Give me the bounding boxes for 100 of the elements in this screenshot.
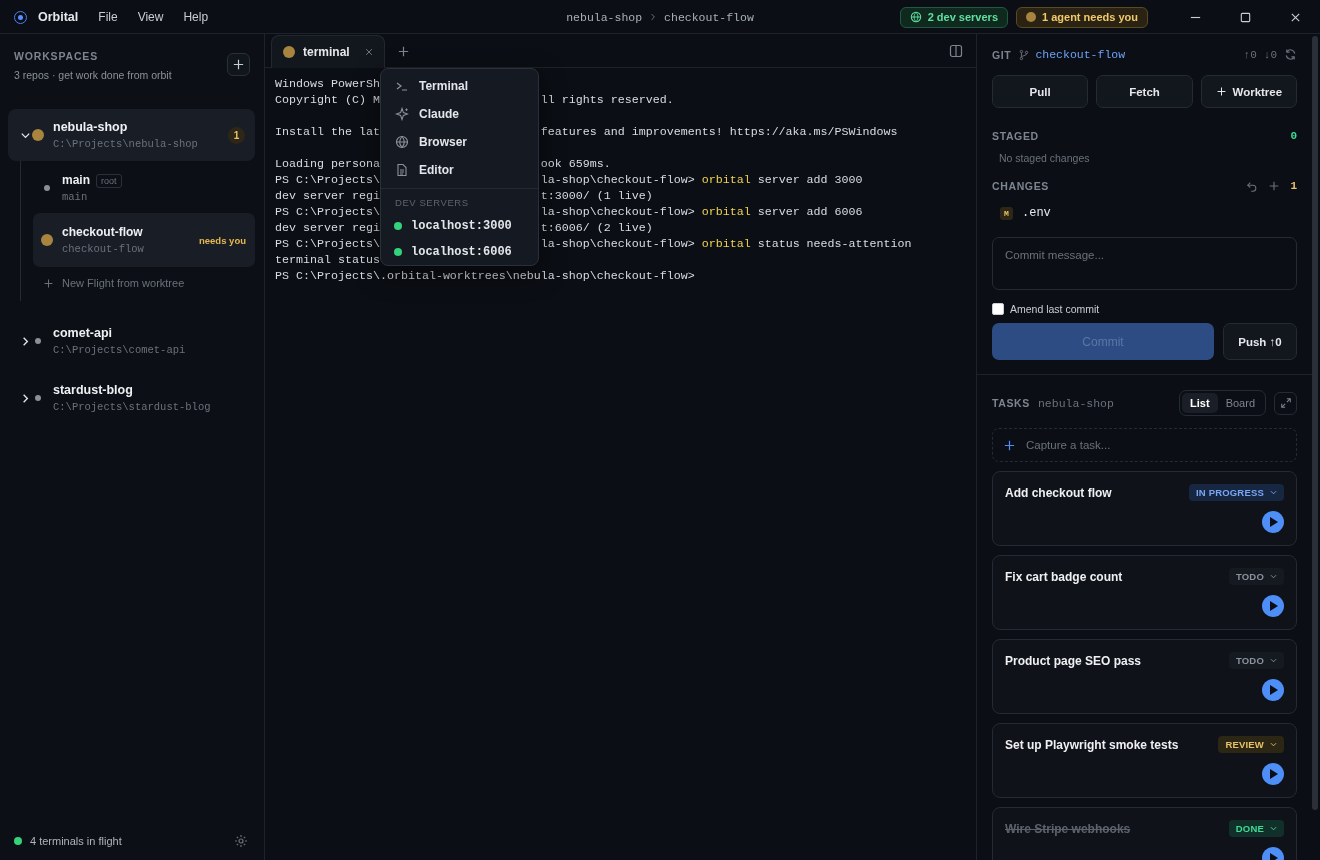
branch-link[interactable]: checkout-flow [1018, 48, 1126, 61]
root-tag: root [96, 174, 122, 188]
globe-icon [909, 11, 922, 23]
expand-button[interactable] [1274, 391, 1297, 415]
task-card[interactable]: Wire Stripe webhooks DONE [992, 807, 1297, 860]
status-pill[interactable]: 2 dev servers [899, 6, 1008, 28]
status-dropdown[interactable]: DONE [1228, 820, 1284, 837]
status-dropdown[interactable]: REVIEW [1218, 736, 1284, 753]
view-tab[interactable]: Board [1217, 393, 1263, 413]
task-title: Set up Playwright smoke tests [1005, 737, 1179, 752]
new-flight-link[interactable]: New Flight from worktree [33, 271, 255, 295]
menu-item[interactable]: View [137, 10, 164, 24]
task-card[interactable]: Fix cart badge count TODO [992, 555, 1297, 630]
worktree-item[interactable]: checkout-flow checkout-flow needs you [33, 213, 255, 267]
status-dot-icon [394, 248, 402, 256]
file-name[interactable]: .env [1022, 206, 1051, 220]
empty-message: No staged changes [999, 152, 1091, 164]
section-subtitle: 3 repos · get work done from orbit [14, 69, 172, 81]
menu-item[interactable]: Help [183, 10, 209, 24]
task-card[interactable]: Set up Playwright smoke tests REVIEW [992, 723, 1297, 798]
section-title: TASKS [992, 397, 1030, 409]
add-workspace-button[interactable] [227, 53, 250, 76]
chevron-icon [1269, 824, 1278, 833]
terminal-tab[interactable]: terminal [271, 35, 385, 68]
task-card[interactable]: Add checkout flow IN PROGRESS [992, 471, 1297, 546]
menu-section-title: DEV SERVERS [394, 196, 470, 210]
terminal-text: PS C:\Projects\.orbital-worktrees\nebula-shop\checkout-flow> [275, 268, 695, 284]
changes-count: 1 [1290, 180, 1297, 192]
status-dot-icon [1026, 12, 1036, 22]
menu-item[interactable]: Claude [381, 100, 538, 128]
workspace-name: nebula-shop [53, 120, 129, 134]
workspace-item[interactable]: nebula-shop C:\Projects\nebula-shop 1 [8, 109, 255, 161]
split-view-icon[interactable] [949, 44, 963, 58]
terminal-text: Windows PowerSh [275, 76, 380, 92]
menu-item[interactable]: Terminal [381, 72, 538, 100]
plus-icon [43, 277, 54, 289]
terminal-text: PS C:\Projects\ [275, 236, 380, 252]
pull-button[interactable]: Pull [992, 75, 1089, 108]
status-text: 4 terminals in flight [30, 835, 122, 847]
amend-checkbox[interactable] [992, 303, 1004, 315]
status-dot-icon [14, 837, 22, 845]
plus-icon[interactable] [1268, 180, 1281, 192]
terminal-text: la-shop\checkout-flow> orbital server add 6006 [540, 204, 863, 220]
checkbox-label: Amend last commit [1010, 303, 1100, 315]
document-icon [395, 163, 409, 177]
chevron-icon [1269, 656, 1278, 665]
task-title: Wire Stripe webhooks [1005, 821, 1131, 836]
worktree-button[interactable]: Worktree [1200, 75, 1297, 108]
breadcrumb-item[interactable]: nebula-shop [566, 10, 643, 24]
terminal-text: la-shop\checkout-flow> orbital status needs-attention [540, 236, 912, 252]
play-button[interactable] [1262, 511, 1284, 533]
worktree-name: checkout-flow [62, 225, 143, 239]
workspace-item[interactable]: stardust-blog C:\Projects\stardust-blog [8, 372, 255, 424]
status-label: needs you [199, 234, 246, 246]
section-title: WORKSPACES [14, 50, 100, 62]
terminal-text: la-shop\checkout-flow> orbital server add 3000 [540, 172, 863, 188]
plus-icon [232, 58, 245, 71]
fetch-button[interactable]: Fetch [1096, 75, 1193, 108]
terminal-text: Install the lat [275, 124, 380, 140]
section-title: GIT [992, 48, 1012, 61]
workspace-path: C:\Projects\stardust-blog [53, 401, 212, 413]
new-tab-icon[interactable] [396, 45, 410, 58]
workspace-path: C:\Projects\comet-api [53, 344, 187, 356]
branch-name: checkout-flow [62, 243, 145, 255]
task-title: Fix cart badge count [1005, 569, 1123, 584]
menu-item[interactable]: localhost:3000 [381, 213, 538, 239]
play-button[interactable] [1262, 679, 1284, 701]
task-card[interactable]: Product page SEO pass TODO [992, 639, 1297, 714]
terminal-text: ook 659ms. [540, 156, 611, 172]
terminal-text: t:6006/ (2 live) [540, 220, 653, 236]
status-pill[interactable]: 1 agent needs you [1016, 6, 1148, 28]
terminal-text: features and improvements! https://aka.ms/PSWindows [540, 124, 898, 140]
scrollbar[interactable] [1312, 36, 1318, 810]
view-tab[interactable]: List [1182, 393, 1218, 413]
plus-icon [1215, 86, 1227, 97]
terminal-text: dev server regi [275, 188, 380, 204]
breadcrumb-item[interactable]: checkout-flow [664, 10, 754, 24]
menu-item[interactable]: Browser [381, 128, 538, 156]
behind-count: ↓0 [1263, 48, 1277, 61]
play-button[interactable] [1262, 595, 1284, 617]
worktree-item[interactable]: main root main [33, 165, 255, 211]
capture-task-field[interactable]: Capture a task... [992, 428, 1297, 462]
menu-item[interactable]: Editor [381, 156, 538, 184]
refresh-icon[interactable] [1284, 48, 1297, 61]
section-title: STAGED [992, 130, 1039, 142]
commit-message-field[interactable]: Commit message... [992, 237, 1297, 290]
workspace-item[interactable]: comet-api C:\Projects\comet-api [8, 315, 255, 367]
close-icon[interactable] [363, 47, 374, 57]
status-dropdown[interactable]: TODO [1228, 568, 1284, 585]
settings-icon[interactable] [234, 834, 248, 848]
chevron-icon [1269, 488, 1278, 497]
play-button[interactable] [1262, 763, 1284, 785]
menu-item[interactable]: File [98, 10, 118, 24]
status-dropdown[interactable]: IN PROGRESS [1188, 484, 1284, 501]
push-button[interactable]: Push ↑0 [1223, 323, 1297, 360]
ahead-count: ↑0 [1243, 48, 1257, 61]
plus-icon [1003, 438, 1016, 452]
menu-item[interactable]: localhost:6006 [381, 239, 538, 265]
undo-icon[interactable] [1246, 180, 1259, 192]
status-dropdown[interactable]: TODO [1228, 652, 1284, 669]
